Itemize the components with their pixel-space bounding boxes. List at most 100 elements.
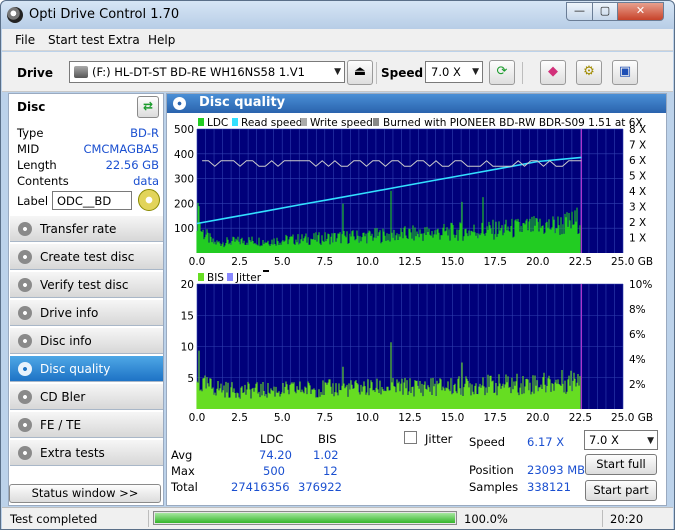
y-tick-label: 300	[174, 174, 194, 186]
gears-icon: ⚙	[583, 64, 595, 79]
disc-icon	[18, 278, 32, 292]
x-tick-label: 2.5	[231, 256, 248, 268]
disc-icon	[18, 222, 32, 236]
drive-select-value: (F:) HL-DT-ST BD-RE WH16NS58 1.V1	[92, 65, 305, 79]
nav-create-test-disc-button[interactable]: Create test disc	[10, 243, 163, 270]
nav-label: CD Bler	[40, 390, 86, 404]
menu-extra[interactable]: Extra	[108, 33, 140, 47]
y2-tick-label: 4 X	[629, 186, 646, 198]
disc-mid-value: CMCMAGBA5	[83, 142, 159, 156]
disc-icon	[18, 446, 32, 460]
speed-label: Speed	[381, 66, 424, 80]
x-tick-label: 12.5	[398, 256, 421, 268]
nav-label: FE / TE	[40, 418, 82, 432]
jitter-checkbox-label: Jitter	[425, 432, 453, 446]
disc-contents-value: data	[133, 174, 159, 188]
test-speed-select[interactable]: 7.0 X ▼	[584, 430, 658, 450]
save-button[interactable]: ▣	[612, 60, 638, 85]
y2-tick-label: 4%	[629, 354, 646, 366]
y-tick-label: 5	[187, 373, 194, 385]
menu-file[interactable]: File	[15, 33, 35, 47]
x-tick-label: 22.5	[569, 412, 592, 424]
x-tick-label: 15.0	[441, 412, 464, 424]
maximize-button[interactable]: ▢	[592, 2, 618, 21]
disc-length-key: Length	[17, 158, 57, 172]
y2-tick-label: 3 X	[629, 202, 646, 214]
y-tick-label: 100	[174, 223, 194, 235]
legend-bis: BIS	[207, 272, 224, 284]
disc-label-key: Label	[17, 194, 49, 208]
y-tick-label: 15	[181, 310, 194, 322]
drive-select[interactable]: (F:) HL-DT-ST BD-RE WH16NS58 1.V1 ▼	[69, 61, 345, 83]
refresh-icon: ⟳	[496, 64, 508, 79]
y2-tick-label: 2%	[629, 379, 646, 391]
nav-drive-info-button[interactable]: Drive info	[10, 299, 163, 326]
status-text: Test completed	[10, 512, 98, 526]
toolbar-divider	[522, 62, 523, 84]
speed-select[interactable]: 7.0 X ▼	[425, 61, 483, 83]
y2-tick-label: 10%	[629, 279, 652, 291]
legend-read-speed: Read speed	[241, 117, 302, 129]
nav-label: Disc quality	[40, 362, 111, 376]
minimize-button[interactable]: —	[566, 2, 593, 21]
disc-label-icon[interactable]	[138, 189, 160, 211]
jitter-checkbox[interactable]	[404, 431, 417, 444]
progress-fill	[155, 513, 455, 523]
nav-fe-te-button[interactable]: FE / TE	[10, 411, 163, 438]
erase-button[interactable]: ◆	[540, 60, 566, 85]
nav-cd-bler-button[interactable]: CD Bler	[10, 383, 163, 410]
window-title: Opti Drive Control 1.70	[29, 7, 180, 22]
position-label: Position	[469, 463, 514, 477]
stats-avg-label: Avg	[171, 448, 193, 462]
nav-disc-quality-button[interactable]: Disc quality	[10, 355, 163, 382]
y2-tick-label: 8 X	[629, 124, 646, 136]
nav-extra-tests-button[interactable]: Extra tests	[10, 439, 163, 466]
y-tick-label: 400	[174, 149, 194, 161]
stats-max-ldc: 500	[263, 464, 285, 478]
y-tick-label: 10	[181, 342, 194, 354]
disc-length-value: 22.56 GB	[105, 158, 159, 172]
x-tick-label: 10.0	[356, 256, 379, 268]
progress-text: 100.0%	[464, 512, 508, 526]
settings-button[interactable]: ⚙	[576, 60, 602, 85]
app-window: Opti Drive Control 1.70 — ▢ ✕ File Start…	[0, 0, 675, 530]
menu-start-test[interactable]: Start test	[48, 33, 104, 47]
stats-col-bis: BIS	[318, 432, 337, 446]
nav-label: Transfer rate	[40, 222, 117, 236]
nav-disc-info-button[interactable]: Disc info	[10, 327, 163, 354]
start-part-button[interactable]: Start part	[585, 480, 657, 501]
y2-tick-label: 6 X	[629, 155, 646, 167]
speed-label: Speed	[469, 435, 506, 449]
disc-contents-key: Contents	[17, 174, 69, 188]
nav-verify-test-disc-button[interactable]: Verify test disc	[10, 271, 163, 298]
x-tick-label: 12.5	[398, 412, 421, 424]
x-tick-label: 7.5	[316, 412, 333, 424]
samples-label: Samples	[469, 480, 519, 494]
toolbar-divider	[376, 62, 377, 84]
nav-label: Disc info	[40, 334, 92, 348]
status-divider	[148, 510, 149, 527]
menu-help[interactable]: Help	[148, 33, 175, 47]
start-full-button[interactable]: Start full	[585, 454, 657, 475]
x-tick-label: 17.5	[484, 256, 507, 268]
samples-value: 338121	[527, 480, 571, 494]
status-window-button[interactable]: Status window >>	[9, 484, 161, 503]
position-value: 23093 MB	[527, 463, 586, 477]
eject-button[interactable]: ⏏	[347, 60, 373, 85]
chevron-down-icon: ▼	[334, 67, 341, 77]
title-bar: Opti Drive Control 1.70 — ▢ ✕	[1, 1, 674, 29]
stats-total-ldc: 27416356	[231, 480, 290, 494]
disc-label-input[interactable]: ODC__BD	[52, 191, 132, 210]
nav-label: Create test disc	[40, 250, 135, 264]
x-tick-label: 10.0	[356, 412, 379, 424]
bis-chart: 5 10 15 20 0.0 2.5 5.0 7.5 10.0 12.5 15.0 17.5 20.0 2…	[181, 279, 653, 424]
nav-transfer-rate-button[interactable]: Transfer rate	[10, 215, 163, 242]
disc-mid-key: MID	[17, 142, 40, 156]
progress-bar	[153, 511, 457, 525]
close-button[interactable]: ✕	[617, 2, 664, 21]
refresh-speed-button[interactable]: ⟳	[489, 60, 515, 85]
disc-quality-icon	[173, 97, 186, 110]
refresh-disc-button[interactable]: ⇄	[137, 96, 159, 118]
eraser-icon: ◆	[548, 64, 558, 79]
disc-quality-panel: Disc quality LDC Read speed Write speed …	[166, 93, 667, 506]
